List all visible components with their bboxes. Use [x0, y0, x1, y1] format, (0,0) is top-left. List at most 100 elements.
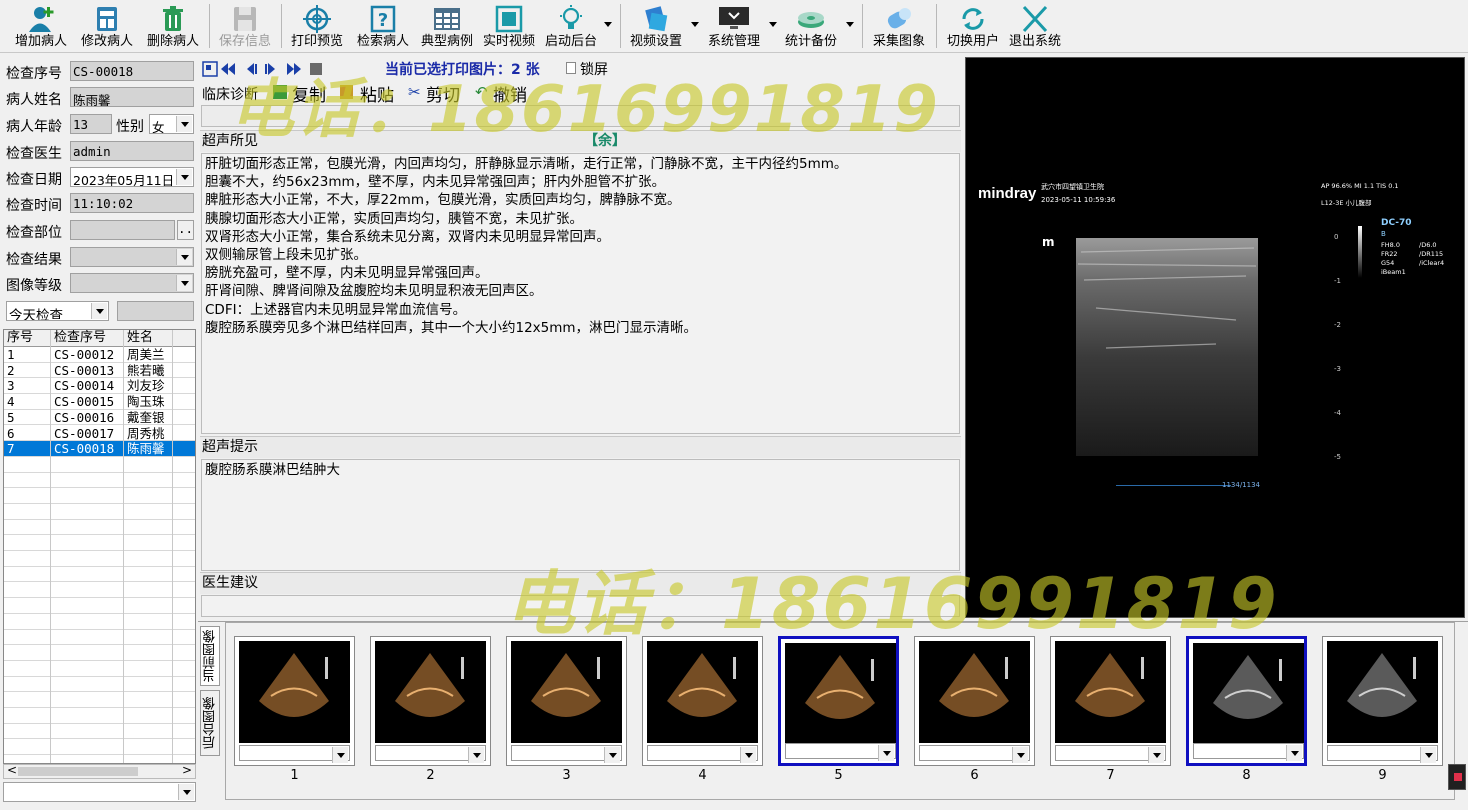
table-row[interactable]	[4, 457, 195, 473]
image-grade-select[interactable]	[70, 273, 194, 293]
start-background-dropdown[interactable]	[604, 22, 612, 27]
thumbnail-9[interactable]	[1322, 636, 1443, 766]
video-settings-button[interactable]: 视频设置	[625, 3, 687, 51]
table-row[interactable]	[4, 708, 195, 724]
thumbnail-select[interactable]	[239, 745, 350, 763]
exit-system-button[interactable]: 退出系统	[1004, 3, 1066, 51]
table-row[interactable]	[4, 740, 195, 756]
col-header-index[interactable]: 序号	[7, 330, 33, 345]
cut-button[interactable]: 剪切	[426, 81, 460, 106]
exam-part-field[interactable]	[70, 220, 175, 240]
typical-case-button[interactable]: 典型病例	[416, 3, 478, 51]
system-admin-button[interactable]: 系统管理	[703, 3, 765, 51]
tab-background-images[interactable]: 后台图像	[200, 690, 220, 756]
table-row[interactable]: 7 CS-00018 陈雨馨	[4, 441, 195, 457]
table-row[interactable]	[4, 724, 195, 740]
nav-buttons-icon[interactable]	[202, 60, 322, 78]
table-row[interactable]	[4, 614, 195, 630]
thumbnail-2[interactable]	[370, 636, 491, 766]
thumbnail-1[interactable]	[234, 636, 355, 766]
advice-textarea[interactable]	[201, 595, 960, 617]
undo-button[interactable]: 撤销	[493, 81, 527, 106]
table-row[interactable]	[4, 567, 195, 583]
ultrasound-viewer[interactable]: mindray 武穴市四望镇卫生院 2023-05-11 10:59:36 AP…	[965, 57, 1465, 618]
col-header-exam-no[interactable]: 检查序号	[54, 330, 106, 345]
copy-button[interactable]: 复制	[292, 81, 326, 106]
live-video-button[interactable]: 实时视频	[478, 3, 540, 51]
table-row[interactable]	[4, 661, 195, 677]
table-row[interactable]: 4 CS-00015 陶玉珠	[4, 394, 195, 410]
table-row[interactable]	[4, 488, 195, 504]
delete-patient-button[interactable]: 删除病人	[142, 3, 204, 51]
table-row[interactable]: 2 CS-00013 熊若曦	[4, 363, 195, 379]
patient-age-field[interactable]: 13	[70, 114, 112, 134]
table-row[interactable]	[4, 535, 195, 552]
hint-textarea[interactable]: 腹腔肠系膜淋巴结肿大	[201, 459, 960, 571]
scroll-left-icon[interactable]: <	[7, 763, 17, 777]
findings-textarea[interactable]: 肝脏切面形态正常，包膜光滑，内回声均匀，肝静脉显示清晰，走行正常，门静脉不宽，主…	[201, 153, 960, 434]
table-row[interactable]: 3 CS-00014 刘友珍	[4, 378, 195, 395]
filter-search-field[interactable]	[117, 301, 194, 321]
exam-result-select[interactable]	[70, 247, 194, 267]
exam-date-picker[interactable]: 2023年05月11日	[70, 167, 194, 187]
flag-icon[interactable]	[1448, 764, 1466, 790]
thumbnail-select[interactable]	[511, 745, 622, 763]
doctor-field[interactable]: admin	[70, 141, 194, 161]
table-row[interactable]	[4, 677, 195, 693]
table-row[interactable]	[4, 504, 195, 520]
exam-no-field[interactable]: CS-00018	[70, 61, 194, 81]
switch-user-button[interactable]: 切换用户	[942, 3, 1004, 51]
search-patient-button[interactable]: ? 检索病人	[352, 3, 414, 51]
table-row[interactable]	[4, 598, 195, 614]
video-settings-dropdown[interactable]	[691, 22, 699, 27]
stats-backup-button[interactable]: 统计备份	[780, 3, 842, 51]
col-header-name[interactable]: 姓名	[127, 330, 153, 345]
thumbnail-select[interactable]	[375, 745, 486, 763]
save-info-button[interactable]: 保存信息	[214, 3, 276, 51]
thumbnail-7[interactable]	[1050, 636, 1171, 766]
thumbnail-select[interactable]	[1055, 745, 1166, 763]
table-row[interactable]: 5 CS-00016 戴奎银	[4, 410, 195, 426]
thumbnail-5[interactable]	[778, 636, 899, 766]
table-row[interactable]	[4, 630, 195, 646]
clinical-diagnosis-input[interactable]	[201, 105, 960, 127]
thumbnail-select[interactable]	[1327, 745, 1438, 763]
yu-tag[interactable]: 【余】	[584, 131, 626, 151]
table-row[interactable]	[4, 645, 195, 661]
thumbnail-3[interactable]	[506, 636, 627, 766]
frame-bar[interactable]	[1116, 485, 1231, 486]
table-row[interactable]	[4, 755, 195, 763]
bottom-select[interactable]	[3, 782, 196, 802]
thumbnail-4[interactable]	[642, 636, 763, 766]
edit-patient-button[interactable]: 修改病人	[76, 3, 138, 51]
thumbnail-select[interactable]	[785, 743, 896, 761]
table-row[interactable]	[4, 473, 195, 489]
sex-select[interactable]: 女	[149, 114, 194, 134]
horizontal-scrollbar[interactable]: < >	[3, 763, 196, 779]
scroll-right-icon[interactable]: >	[182, 763, 192, 777]
thumbnail-select[interactable]	[1193, 743, 1304, 761]
exam-time-field[interactable]: 11:10:02	[70, 193, 194, 213]
table-row[interactable]: 6 CS-00017 周秀桃	[4, 426, 195, 442]
system-admin-dropdown[interactable]	[769, 22, 777, 27]
exam-part-browse-button[interactable]: ..	[177, 220, 194, 240]
table-row[interactable]	[4, 551, 195, 567]
table-row[interactable]	[4, 583, 195, 599]
capture-image-button[interactable]: 采集图象	[868, 3, 930, 51]
scroll-thumb[interactable]	[18, 767, 138, 776]
patient-name-field[interactable]: 陈雨馨	[70, 87, 194, 107]
add-patient-button[interactable]: 增加病人	[10, 3, 72, 51]
print-preview-button[interactable]: 打印预览	[286, 3, 348, 51]
thumbnail-6[interactable]	[914, 636, 1035, 766]
start-background-button[interactable]: 启动后台	[540, 3, 602, 51]
table-row[interactable]: 1 CS-00012 周美兰	[4, 347, 195, 363]
thumbnail-select[interactable]	[919, 745, 1030, 763]
paste-button[interactable]: 粘贴	[360, 81, 394, 106]
lock-screen-checkbox[interactable]	[566, 62, 576, 74]
stats-backup-dropdown[interactable]	[846, 22, 854, 27]
thumbnail-select[interactable]	[647, 745, 758, 763]
date-filter-select[interactable]: 今天检查	[6, 301, 109, 321]
table-row[interactable]	[4, 692, 195, 709]
tab-current-images[interactable]: 当前图像	[200, 626, 220, 686]
table-row[interactable]	[4, 520, 195, 536]
